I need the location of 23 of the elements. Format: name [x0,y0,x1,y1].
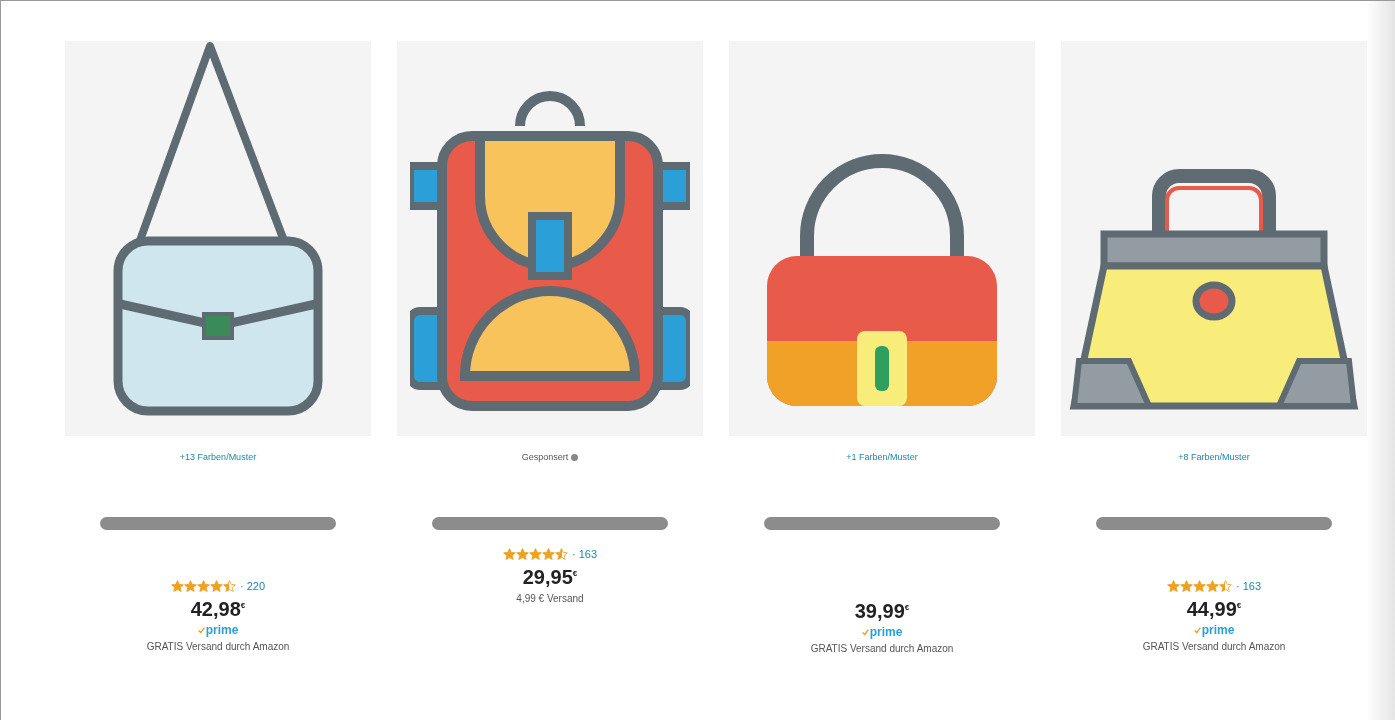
info-icon[interactable] [571,453,579,461]
price: 42,98$^{€}$ [190,598,246,621]
price: 44,99$^{€}$ [1186,598,1242,621]
price: 39,99$^{€}$ [854,600,910,623]
price: 29,95$^{€}$ [522,566,578,589]
variants-link[interactable]: +13 Farben/Muster [179,450,257,464]
shipping-info: 4,99 € Versand [516,593,584,604]
review-count[interactable]: · 163 [1235,580,1262,592]
product-image-background[interactable] [1061,41,1367,436]
product-image-background[interactable] [65,41,371,436]
shipping-info: GRATIS Versand durch Amazon [146,641,290,652]
prime-badge: prime [1193,623,1235,637]
variants-link[interactable]: +1 Farben/Muster [846,450,918,464]
prime-badge: prime [197,623,239,637]
prime-badge: prime [861,625,903,639]
review-count[interactable]: · 163 [571,548,598,560]
shipping-info: GRATIS Versand durch Amazon [1142,641,1286,652]
product-image-background[interactable] [729,41,1035,436]
shipping-info: GRATIS Versand durch Amazon [810,643,954,654]
review-count[interactable]: · 220 [239,580,266,592]
variants-link[interactable]: +8 Farben/Muster [1178,450,1250,464]
product-image-background[interactable] [397,41,703,436]
sponsored-label: Gesponsert [521,451,569,464]
